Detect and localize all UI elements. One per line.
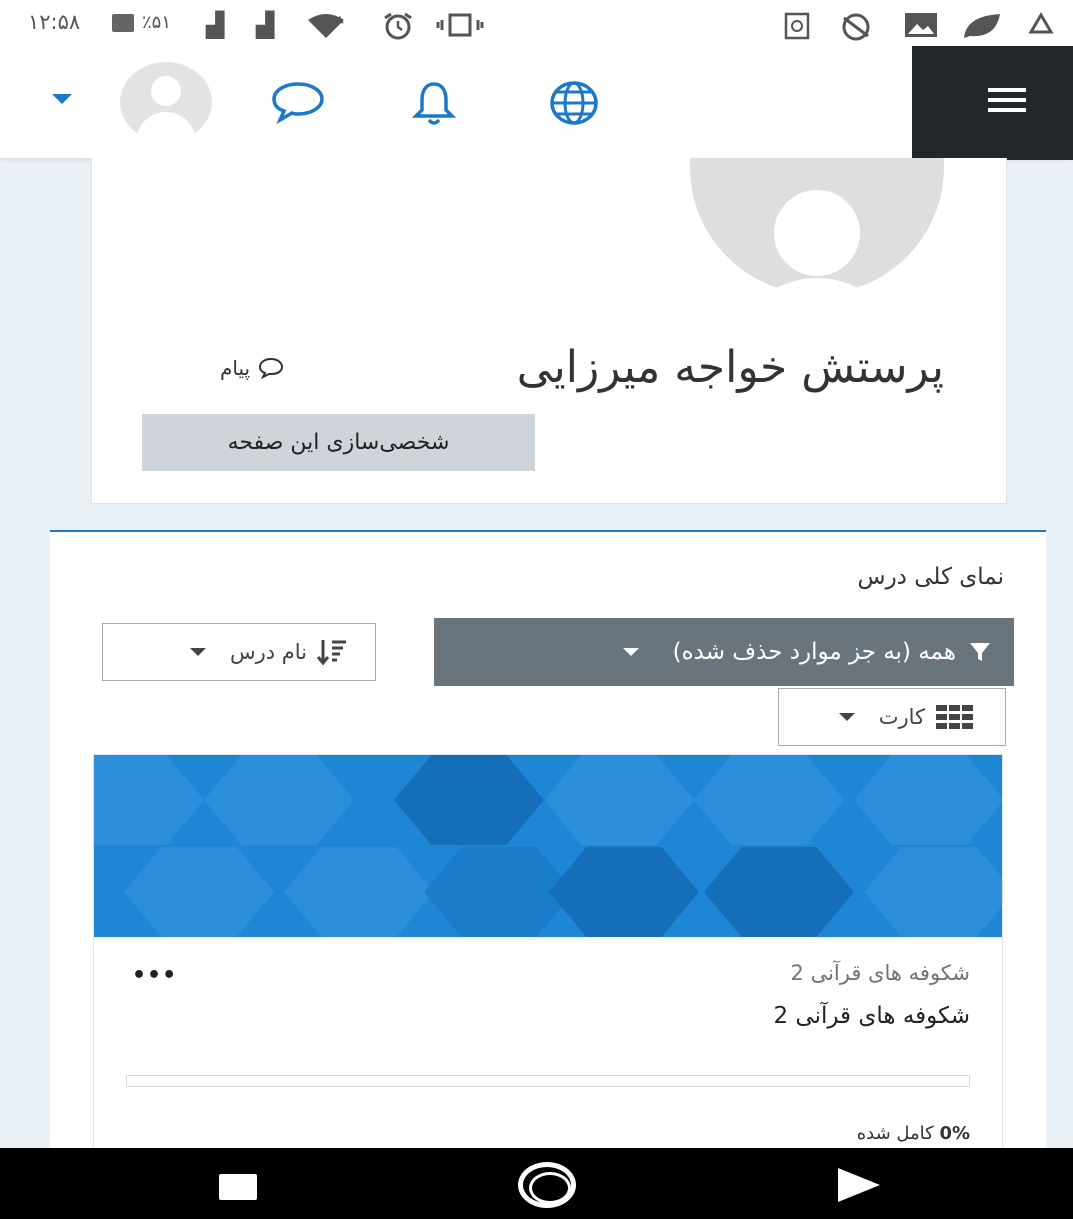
status-time: ۱۲:۵۸ [28, 10, 81, 34]
signal-icon: ▟ [206, 11, 225, 39]
course-category: شکوفه های قرآنی 2 [790, 961, 970, 985]
course-actions-menu[interactable]: ••• [132, 963, 177, 988]
message-link[interactable]: پیام [220, 356, 284, 380]
course-overview-block: نمای کلی درس همه (به جز موارد حذف شده) ن… [50, 530, 1046, 1174]
vibrate-icon [436, 12, 484, 43]
profile-header-card: پرستش خواجه میرزایی پیام شخصی‌سازی این ص… [91, 158, 1007, 504]
course-image[interactable] [94, 755, 1002, 937]
message-label: پیام [220, 356, 251, 380]
wifi-icon: ▲ [306, 12, 346, 43]
top-navbar [0, 46, 1073, 160]
leaf-icon [960, 12, 1004, 47]
card-grid-icon [936, 705, 973, 729]
filter-label: همه (به جز موارد حذف شده) [672, 639, 956, 665]
battery-percent: ٪۵۱ [142, 12, 172, 33]
battery-icon [112, 14, 134, 32]
course-sort-dropdown[interactable]: نام درس [102, 623, 376, 681]
course-filter-dropdown[interactable]: همه (به جز موارد حذف شده) [434, 618, 1014, 686]
alarm-icon [382, 12, 414, 45]
progress-suffix: کامل شده [856, 1123, 934, 1144]
profile-avatar [690, 158, 944, 296]
user-avatar[interactable] [120, 62, 212, 142]
progress-percent: 0% [939, 1123, 970, 1144]
chevron-down-icon [189, 648, 206, 656]
svg-text:▲: ▲ [336, 14, 344, 25]
messages-icon[interactable] [270, 80, 326, 126]
language-globe-icon[interactable] [548, 80, 604, 126]
course-card[interactable]: شکوفه های قرآنی 2 شکوفه های قرآنی 2 ••• … [93, 754, 1003, 1174]
system-navigation-bar [0, 1148, 1073, 1219]
course-progress-text: 0% کامل شده [857, 1123, 970, 1144]
hamburger-menu-icon[interactable] [912, 46, 1073, 160]
customise-page-button[interactable]: شخصی‌سازی این صفحه [142, 414, 535, 471]
user-menu-caret-icon[interactable] [52, 94, 72, 104]
home-circle-icon[interactable] [518, 1162, 576, 1208]
recents-square-icon[interactable] [219, 1174, 257, 1200]
sort-icon [317, 640, 346, 666]
sort-label: نام درس [229, 640, 307, 664]
status-bar: ۱۲:۵۸ ٪۵۱ ▟ ▟ ▲ [0, 0, 1073, 50]
course-name-link[interactable]: شکوفه های قرآنی 2 [773, 1003, 970, 1029]
course-progress-bar [126, 1075, 970, 1087]
app-icon [784, 12, 810, 45]
recycle-icon [1024, 12, 1058, 45]
signal-icon: ▟ [256, 11, 275, 39]
course-overview-title: نمای کلی درس [857, 564, 1005, 590]
profile-name: پرستش خواجه میرزایی [516, 342, 944, 393]
filter-funnel-icon [970, 643, 990, 661]
view-label: کارت [878, 705, 925, 729]
notification-bell-icon[interactable] [410, 80, 466, 126]
course-view-dropdown[interactable]: کارت [778, 688, 1006, 746]
chevron-down-icon [622, 648, 639, 656]
app-icon [838, 12, 874, 47]
back-play-icon[interactable] [838, 1168, 880, 1202]
image-icon [904, 12, 938, 43]
chevron-down-icon [838, 713, 855, 721]
message-bubble-icon [259, 357, 284, 379]
